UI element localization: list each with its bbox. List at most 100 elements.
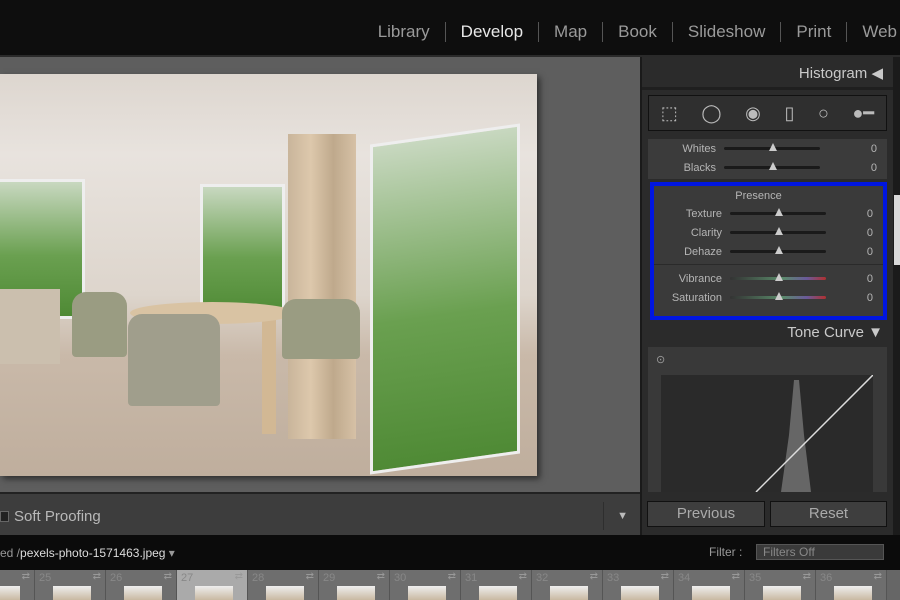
filmstrip-thumbnail[interactable]: 31 ⇄ xyxy=(461,570,532,600)
swap-icon: ⇄ xyxy=(589,571,598,582)
radial-filter-icon[interactable]: ○ xyxy=(818,103,829,124)
thumbnail-image xyxy=(195,586,233,600)
tool-strip: ⬚ ◯ ◉ ▯ ○ ●━ xyxy=(648,95,887,131)
develop-right-panel: Histogram ◀ ⬚ ◯ ◉ ▯ ○ ●━ Whites 0 Blacks 0 … xyxy=(640,57,893,535)
filter-label: Filter : xyxy=(709,545,743,559)
red-eye-icon[interactable]: ◉ xyxy=(745,103,761,124)
slider-value[interactable]: 0 xyxy=(820,143,887,155)
slider-row: Dehaze 0 xyxy=(654,242,883,261)
filmstrip-thumbnail[interactable]: 36 ⇄ xyxy=(816,570,887,600)
expand-down-icon: ▼ xyxy=(868,324,883,341)
thumbnail-image xyxy=(550,586,588,600)
slider-value[interactable]: 0 xyxy=(826,246,883,258)
crop-overlay-icon[interactable]: ⬚ xyxy=(661,103,678,124)
swap-icon: ⇄ xyxy=(518,571,527,582)
histogram-header[interactable]: Histogram ◀ xyxy=(642,57,893,90)
slider-track[interactable] xyxy=(730,227,826,235)
slider-track[interactable] xyxy=(724,162,820,170)
target-adjust-icon[interactable]: ⊙ xyxy=(656,353,665,366)
filmstrip-thumbnail[interactable]: 32 ⇄ xyxy=(532,570,603,600)
reset-button[interactable]: Reset xyxy=(770,501,887,527)
filmstrip-thumbnail[interactable]: 30 ⇄ xyxy=(390,570,461,600)
slider-value[interactable]: 0 xyxy=(826,273,883,285)
presence-section: Presence Texture 0 Clarity 0 Dehaze 0 Vibrance… xyxy=(650,182,887,320)
slider-thumb[interactable] xyxy=(769,162,777,170)
slider-value[interactable]: 0 xyxy=(826,292,883,304)
slider-row: Whites 0 xyxy=(648,139,887,158)
module-picker-bar: Library Develop Map Book Slideshow Print Web xyxy=(0,0,900,57)
thumbnail-image xyxy=(479,586,517,600)
module-book[interactable]: Book xyxy=(602,22,672,42)
tone-curve-header[interactable]: Tone Curve ▼ xyxy=(642,321,893,345)
slider-thumb[interactable] xyxy=(775,292,783,300)
module-develop[interactable]: Develop xyxy=(444,22,538,42)
thumbnail-image xyxy=(763,586,801,600)
toolbar-menu-icon[interactable]: ▼ xyxy=(617,510,628,522)
swap-icon: ⇄ xyxy=(163,571,172,582)
thumbnail-image xyxy=(0,586,20,600)
filmstrip-thumbnail[interactable]: 24⇄ xyxy=(0,570,35,600)
thumbnail-number: 25 xyxy=(39,572,52,584)
soft-proofing-checkbox[interactable]: Soft Proofing xyxy=(0,508,101,525)
slider-row: Clarity 0 xyxy=(654,223,883,242)
thumbnail-number: 33 xyxy=(607,572,620,584)
slider-thumb[interactable] xyxy=(775,227,783,235)
spot-removal-icon[interactable]: ◯ xyxy=(701,103,721,124)
thumbnail-number: 28 xyxy=(252,572,265,584)
adjustment-brush-icon[interactable]: ●━ xyxy=(852,103,874,124)
previous-button[interactable]: Previous xyxy=(647,501,765,527)
graduated-filter-icon[interactable]: ▯ xyxy=(784,103,794,124)
slider-track[interactable] xyxy=(724,143,820,151)
image-view xyxy=(0,57,640,492)
thumbnail-number: 32 xyxy=(536,572,549,584)
panel-scrollbar[interactable] xyxy=(893,57,900,535)
photo-preview[interactable] xyxy=(0,74,537,476)
module-map[interactable]: Map xyxy=(538,22,602,42)
slider-label: Clarity xyxy=(690,226,722,239)
filmstrip: 24⇄ 25 ⇄ 26 ⇄ 27 ⇄ 28 ⇄ 29 ⇄ 30 ⇄ 31 ⇄ 32 ⇄ 33 ⇄ 34 ⇄ 35 ⇄ 36 ⇄ xyxy=(0,570,900,600)
filmstrip-thumbnail[interactable]: 27 ⇄ xyxy=(177,570,248,600)
module-slideshow[interactable]: Slideshow xyxy=(671,22,781,42)
slider-track[interactable] xyxy=(730,208,826,216)
thumbnail-image xyxy=(124,586,162,600)
slider-label: Vibrance xyxy=(678,272,722,285)
slider-track[interactable] xyxy=(730,246,826,254)
presence-title: Presence xyxy=(735,190,782,202)
slider-thumb[interactable] xyxy=(775,273,783,281)
filmstrip-thumbnail[interactable]: 35 ⇄ xyxy=(745,570,816,600)
module-web[interactable]: Web xyxy=(846,22,900,42)
filmstrip-thumbnail[interactable]: 25 ⇄ xyxy=(35,570,106,600)
filmstrip-thumbnail[interactable]: 33 ⇄ xyxy=(603,570,674,600)
thumbnail-image xyxy=(408,586,446,600)
slider-thumb[interactable] xyxy=(769,143,777,151)
swap-icon: ⇄ xyxy=(660,571,669,582)
slider-row: Vibrance 0 xyxy=(654,269,883,288)
filmstrip-thumbnail[interactable]: 28 ⇄ xyxy=(248,570,319,600)
tone-curve-title: Tone Curve xyxy=(787,324,864,341)
toolbar: Soft Proofing ▼ xyxy=(0,492,640,535)
slider-track[interactable] xyxy=(730,292,826,300)
module-print[interactable]: Print xyxy=(780,22,846,42)
filmstrip-thumbnail[interactable]: 26 ⇄ xyxy=(106,570,177,600)
swap-icon: ⇄ xyxy=(305,571,314,582)
thumbnail-image xyxy=(266,586,304,600)
slider-label: Whites xyxy=(682,142,716,155)
tone-curve-plot[interactable] xyxy=(661,374,874,493)
slider-thumb[interactable] xyxy=(775,246,783,254)
slider-thumb[interactable] xyxy=(775,208,783,216)
filmstrip-thumbnail[interactable]: 34 ⇄ xyxy=(674,570,745,600)
swap-icon: ⇄ xyxy=(376,571,385,582)
module-library[interactable]: Library xyxy=(363,22,445,42)
source-path[interactable]: ed /pexels-photo-1571463.jpeg ▾ xyxy=(0,546,175,560)
thumbnail-number: 36 xyxy=(820,572,833,584)
filter-select[interactable]: Filters Off xyxy=(756,544,884,560)
histogram-title: Histogram xyxy=(798,65,868,82)
filmstrip-thumbnail[interactable]: 29 ⇄ xyxy=(319,570,390,600)
slider-track[interactable] xyxy=(730,273,826,281)
thumbnail-number: 35 xyxy=(749,572,762,584)
slider-label: Texture xyxy=(685,207,722,220)
slider-value[interactable]: 0 xyxy=(820,162,887,174)
slider-value[interactable]: 0 xyxy=(826,208,883,220)
slider-value[interactable]: 0 xyxy=(826,227,883,239)
thumbnail-image xyxy=(53,586,91,600)
